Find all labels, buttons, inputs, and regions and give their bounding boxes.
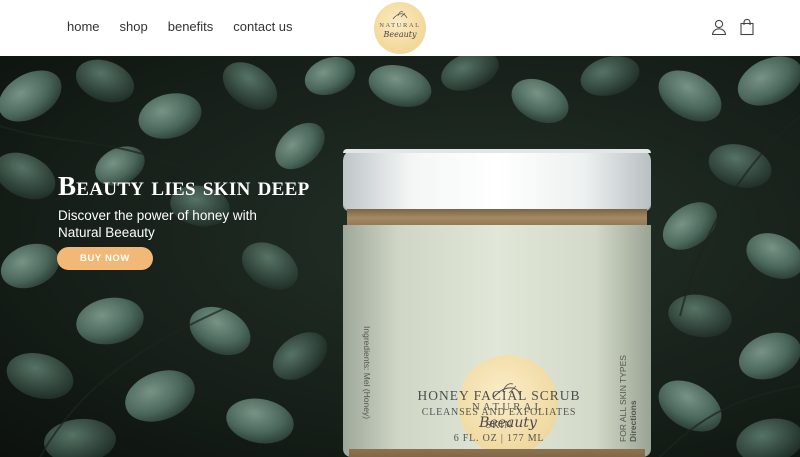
product-title: HONEY FACIAL SCRUB (417, 388, 581, 403)
nav-benefits[interactable]: benefits (168, 19, 214, 35)
jar-lid (343, 149, 651, 211)
buy-now-button[interactable]: BUY NOW (57, 247, 153, 270)
nav-shop[interactable]: shop (120, 19, 148, 35)
hero-headline: Beauty lies skin deep (58, 171, 310, 201)
header-icons (700, 18, 756, 36)
bee-icon (392, 11, 408, 20)
product-size: 6 FL. OZ | 177 ML (453, 433, 545, 444)
user-icon[interactable] (710, 18, 728, 36)
nav-contact-us[interactable]: contact us (233, 19, 292, 35)
shopping-bag-icon[interactable] (738, 18, 756, 36)
product-subtitle-line1: CLEANSES AND EXFOLIATES (421, 407, 577, 418)
brand-logo[interactable]: NATURAL Beeauty (374, 2, 426, 54)
nav-home[interactable]: home (67, 19, 100, 35)
product-subtitle-line2: SKIN (485, 420, 513, 431)
jar-bottom (349, 449, 645, 457)
jar-ingredients-text: Ingredients: Mel (Honey) (362, 326, 372, 420)
logo-beeauty-text: Beeauty (383, 30, 417, 39)
hero-section: NATURAL Beeauty Ingredients: Mel (Honey)… (0, 56, 800, 457)
site-header: home shop benefits contact us NATURAL Be… (0, 0, 800, 56)
logo-natural-text: NATURAL (379, 22, 421, 29)
main-nav: home shop benefits contact us (67, 19, 293, 35)
hero-subline: Discover the power of honey with Natural… (58, 208, 257, 240)
